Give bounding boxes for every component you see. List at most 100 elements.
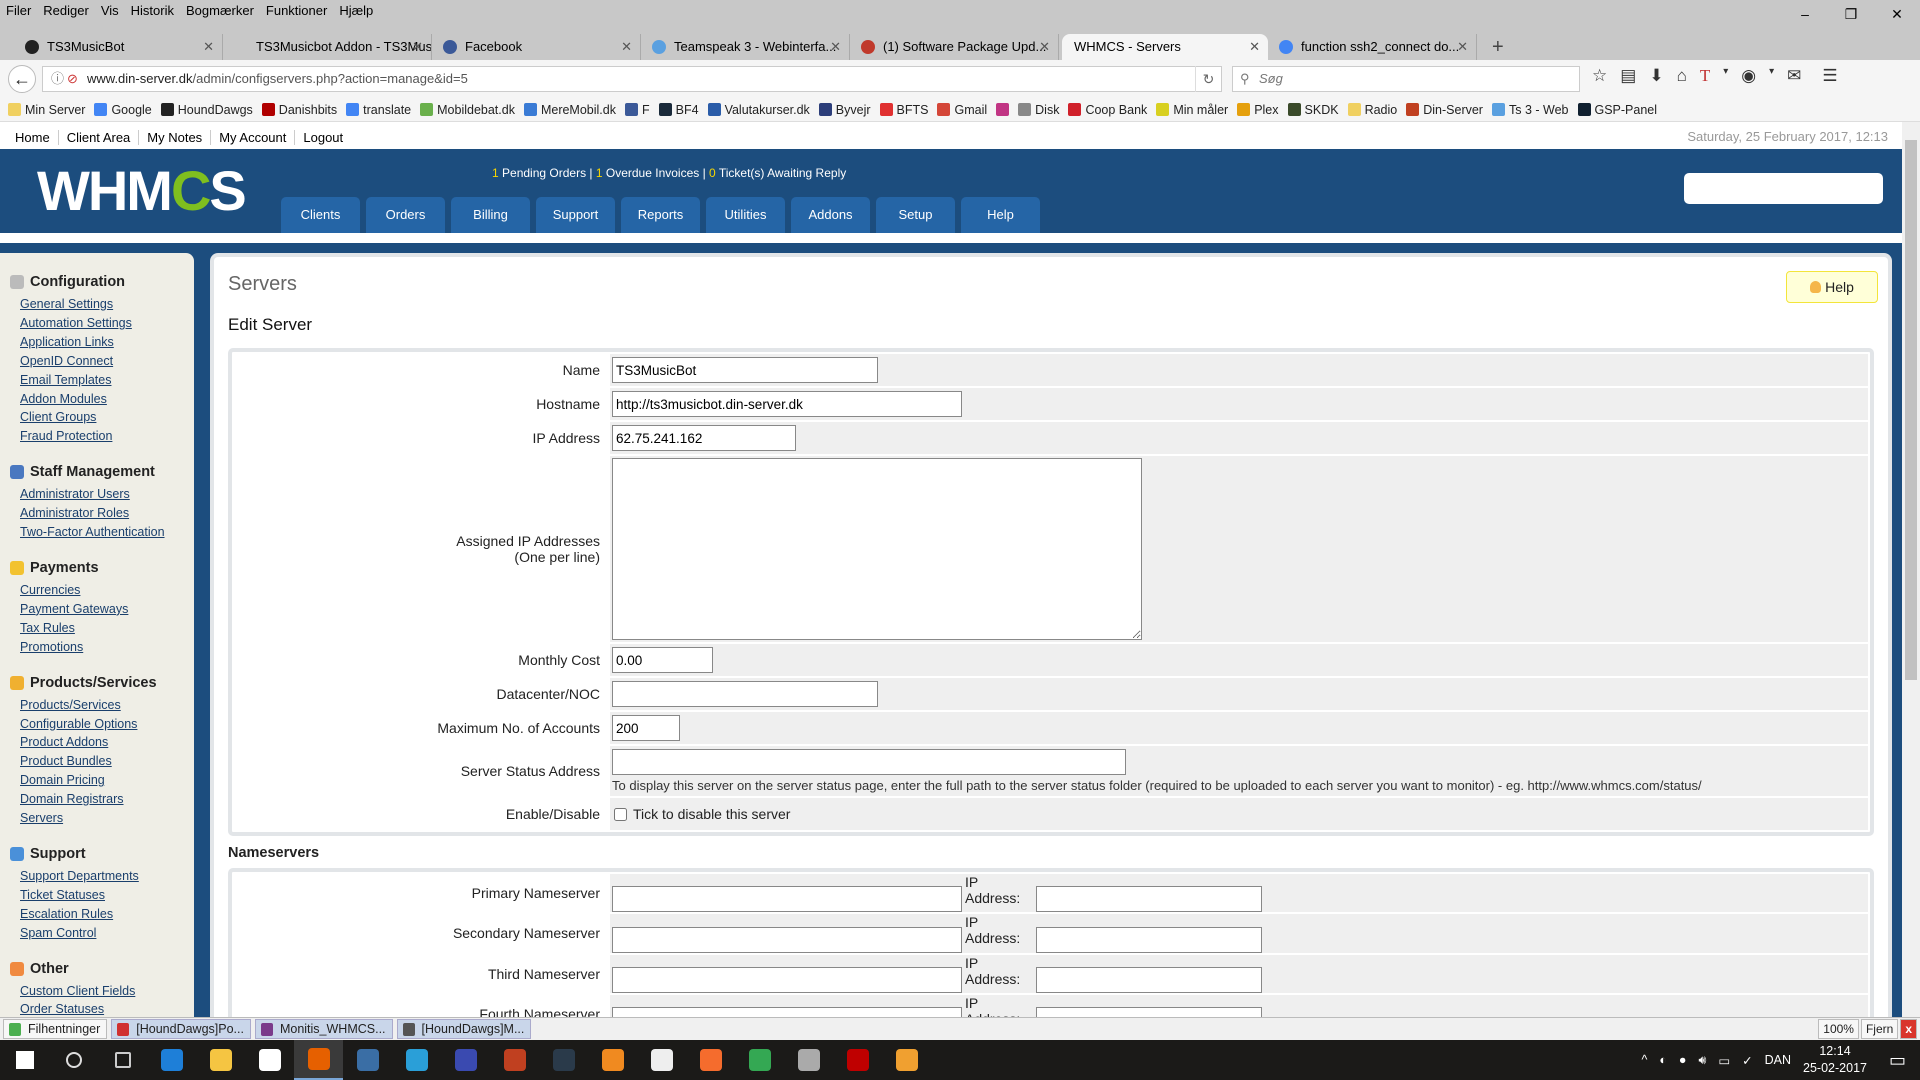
monthly-cost-input[interactable] [612,647,713,673]
extension-icon[interactable]: ◉ [1741,66,1756,86]
browser-tab[interactable]: TS3Musicbot Addon - TS3Mus... ✕ [226,34,432,60]
sidebar-link[interactable]: Addon Modules [10,390,194,409]
close-tab-icon[interactable]: ✕ [1249,34,1260,60]
bookmark-item[interactable]: Min måler [1156,103,1228,117]
zoom-level[interactable]: 100% [1818,1019,1859,1039]
sidebar-link[interactable]: Client Groups [10,408,194,427]
scrollbar-thumb[interactable] [1905,140,1917,680]
bookmark-item[interactable]: translate [346,103,411,117]
browser-tab[interactable]: Teamspeak 3 - Webinterfa... ✕ [644,34,850,60]
address-bar[interactable]: ⓘ ⊘ www.din-server.dk/admin/configserver… [42,66,1222,92]
bookmark-item[interactable]: Google [94,103,152,117]
whmcs-logo[interactable]: WHMCS [37,163,247,219]
sidebar-link[interactable]: Spam Control [10,924,194,943]
nav-tab-reports[interactable]: Reports [621,197,700,233]
taskbar-app[interactable] [343,1040,392,1080]
close-tab-icon[interactable]: ✕ [412,34,423,60]
sidebar-link[interactable]: Fraud Protection [10,427,194,446]
nav-tab-utilities[interactable]: Utilities [706,197,785,233]
home-icon[interactable]: ⌂ [1677,66,1687,86]
menu-item-funktioner[interactable]: Funktioner [266,3,327,18]
teamspeak-tray-icon[interactable]: ◐ [1659,1053,1667,1067]
download-item[interactable]: Monitis_WHMCS... [254,1019,393,1039]
taskbar-app[interactable] [196,1040,245,1080]
taskbar-app[interactable] [49,1040,98,1080]
nav-tab-billing[interactable]: Billing [451,197,530,233]
nav-tab-addons[interactable]: Addons [791,197,870,233]
datacenter-input[interactable] [612,681,878,707]
nav-tab-setup[interactable]: Setup [876,197,955,233]
clock[interactable]: 12:14 25-02-2017 [1803,1043,1867,1077]
bookmark-item[interactable]: F [624,103,650,117]
sidebar-link[interactable]: Ticket Statuses [10,886,194,905]
hostname-input[interactable] [612,391,962,417]
close-tab-icon[interactable]: ✕ [203,34,214,60]
extension-dropdown-icon[interactable]: ▾ [1769,66,1774,86]
pending-orders-count[interactable]: 1 [492,166,499,180]
bookmark-item[interactable]: MereMobil.dk [523,103,616,117]
taskbar-app[interactable] [490,1040,539,1080]
sidebar-link[interactable]: Currencies [10,581,194,600]
network-globe-icon[interactable]: ● [1679,1053,1687,1067]
nameserver-input[interactable] [612,926,962,953]
taskbar-app[interactable] [294,1040,343,1080]
restore-button[interactable]: ❐ [1828,0,1874,28]
taskbar-app[interactable] [0,1040,49,1080]
menu-item-vis[interactable]: Vis [101,3,119,18]
sidebar-link[interactable]: Application Links [10,333,194,352]
menu-item-rediger[interactable]: Rediger [43,3,89,18]
translate-extension-icon[interactable]: T [1700,66,1710,86]
sidebar-link[interactable]: Support Departments [10,867,194,886]
nav-tab-orders[interactable]: Orders [366,197,445,233]
nameserver-input[interactable] [612,966,962,993]
close-tab-icon[interactable]: ✕ [1457,34,1468,60]
top-link-home[interactable]: Home [15,129,59,145]
bookmark-item[interactable]: BFTS [879,103,928,117]
bookmark-item[interactable]: Mobildebat.dk [420,103,515,117]
overdue-invoices-count[interactable]: 1 [596,166,603,180]
taskbar-app[interactable] [637,1040,686,1080]
nav-tab-help[interactable]: Help [961,197,1040,233]
tickets-link[interactable]: Ticket(s) Awaiting Reply [716,166,846,180]
bookmark-item[interactable] [996,103,1010,116]
sidebar-link[interactable]: Domain Registrars [10,790,194,809]
sidebar-link[interactable]: Email Templates [10,371,194,390]
sidebar-link[interactable]: Configurable Options [10,715,194,734]
sidebar-link[interactable]: Payment Gateways [10,600,194,619]
bookmark-item[interactable]: BF4 [658,103,699,117]
menu-item-historik[interactable]: Historik [131,3,174,18]
taskbar-app[interactable] [784,1040,833,1080]
download-item[interactable]: Filhentninger [3,1019,108,1039]
remove-button[interactable]: Fjern [1860,1019,1899,1039]
ip-address-input[interactable] [612,425,796,451]
taskbar-app[interactable] [98,1040,147,1080]
action-center-icon[interactable]: ▭ [1889,1050,1906,1071]
top-link-logout[interactable]: Logout [295,130,351,145]
hamburger-menu-icon[interactable]: ☰ [1822,66,1837,86]
bookmark-item[interactable]: Coop Bank [1068,103,1147,117]
sidebar-link[interactable]: Products/Services [10,696,194,715]
bookmark-item[interactable]: HoundDawgs [160,103,253,117]
taskbar-app[interactable] [588,1040,637,1080]
language-indicator[interactable]: DAN [1765,1053,1791,1067]
assigned-ips-textarea[interactable] [612,458,1142,640]
menu-item-bogmærker[interactable]: Bogmærker [186,3,254,18]
status-address-input[interactable] [612,749,1126,775]
close-tab-icon[interactable]: ✕ [830,34,841,60]
tickets-count[interactable]: 0 [709,166,716,180]
bookmark-item[interactable]: Byvejr [818,103,871,117]
sidebar-link[interactable]: Administrator Users [10,485,194,504]
sidebar-link[interactable]: Promotions [10,638,194,657]
bookmark-star-icon[interactable]: ☆ [1592,66,1607,86]
taskbar-app[interactable] [539,1040,588,1080]
download-item[interactable]: [HoundDawgs]Po... [111,1019,251,1039]
sidebar-link[interactable]: OpenID Connect [10,352,194,371]
taskbar-app[interactable] [735,1040,784,1080]
sidebar-link[interactable]: General Settings [10,295,194,314]
bookmark-item[interactable]: Min Server [8,103,85,117]
network-icon[interactable]: ▭ [1718,1053,1730,1068]
taskbar-app[interactable] [833,1040,882,1080]
sidebar-link[interactable]: Custom Client Fields [10,982,194,1001]
sidebar-link[interactable]: Automation Settings [10,314,194,333]
taskbar-app[interactable] [392,1040,441,1080]
